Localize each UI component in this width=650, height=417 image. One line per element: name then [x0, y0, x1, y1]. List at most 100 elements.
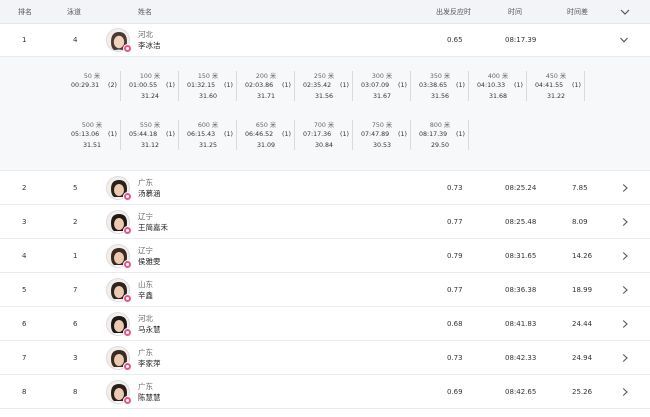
athlete-name: 侯雅雯	[138, 256, 161, 266]
collapse-all-chevron-down-icon[interactable]	[619, 6, 631, 18]
diff-cell: 8.09	[572, 217, 588, 226]
table-row[interactable]: 2 5 广东 汤慕涵 0.73 08:25.24 7.85	[0, 171, 650, 205]
reaction-cell: 0.73	[447, 183, 463, 192]
split-rank: (1)	[572, 82, 581, 89]
table-row[interactable]: 7 3 广东 李家萍 0.73 08:42.33 24.94	[0, 341, 650, 375]
split-item: 250 米 02:35.42 (1) 31.56	[295, 71, 353, 101]
split-distance: 350 米	[429, 73, 451, 80]
table-row[interactable]: 5 7 山东 辛鑫 0.77 08:36.38 18.99	[0, 273, 650, 307]
split-item: 550 米 05:44.18 (1) 31.12	[121, 120, 179, 150]
chevron-right-icon[interactable]	[620, 217, 630, 227]
rank-cell: 3	[22, 217, 27, 226]
split-item: 200 米 02:03.86 (1) 31.71	[237, 71, 295, 101]
diff-cell: 14.26	[572, 251, 593, 260]
split-distance: 600 米	[197, 122, 219, 129]
split-item: 350 米 03:38.65 (1) 31.56	[411, 71, 469, 101]
province-label: 山东	[138, 279, 153, 289]
province-label: 广东	[138, 381, 153, 391]
athlete-info: 河北 李冰洁	[138, 24, 161, 56]
province-label: 河北	[138, 313, 153, 323]
split-time: 04:41.55	[535, 82, 564, 89]
athlete-info: 广东 汤慕涵	[138, 171, 161, 204]
table-row[interactable]: 6 6 河北 马永慧 0.68 08:41.83 24.44	[0, 307, 650, 341]
split-segment: 31.71	[256, 93, 276, 100]
province-label: 河北	[138, 30, 153, 39]
split-segment: 31.24	[140, 93, 160, 100]
lane-cell: 7	[73, 285, 78, 294]
split-distance: 400 米	[487, 73, 509, 80]
split-distance: 50 米	[83, 73, 101, 80]
diff-cell: 7.85	[572, 183, 588, 192]
lane-cell: 5	[73, 183, 78, 192]
header-lane: 泳道	[67, 8, 81, 16]
split-distance: 650 米	[255, 122, 277, 129]
split-rank: (1)	[224, 131, 233, 138]
table-row[interactable]: 4 1 辽宁 侯雅雯 0.79 08:31.65 14.26	[0, 239, 650, 273]
avatar	[106, 210, 132, 235]
chevron-down-icon[interactable]	[619, 35, 629, 45]
table-row[interactable]: 8 8 广东 陈慧慧 0.69 08:42.65 25.26	[0, 375, 650, 409]
chevron-right-icon[interactable]	[620, 251, 630, 261]
split-distance: 700 米	[313, 122, 335, 129]
split-time: 03:07.09	[361, 82, 390, 89]
chevron-right-icon[interactable]	[620, 387, 630, 397]
female-badge-icon	[123, 260, 132, 269]
avatar	[106, 28, 132, 53]
split-time: 07:47.89	[361, 131, 390, 138]
split-item: 150 米 01:32.15 (1) 31.60	[179, 71, 237, 101]
chevron-right-icon[interactable]	[620, 353, 630, 363]
rank-cell: 1	[22, 36, 27, 44]
diff-cell: 24.44	[572, 319, 593, 328]
chevron-right-icon[interactable]	[620, 183, 630, 193]
split-segment: 31.25	[198, 142, 218, 149]
reaction-cell: 0.77	[447, 217, 463, 226]
avatar	[106, 380, 132, 405]
female-badge-icon	[123, 226, 132, 235]
split-rank: (1)	[398, 131, 407, 138]
rank-cell: 4	[22, 251, 27, 260]
split-rank: (1)	[224, 82, 233, 89]
athlete-info: 河北 马永慧	[138, 307, 161, 340]
split-distance: 100 米	[139, 73, 161, 80]
athlete-name: 李冰洁	[138, 41, 161, 50]
lane-cell: 2	[73, 217, 78, 226]
split-segment: 31.68	[488, 93, 508, 100]
split-rank: (1)	[340, 82, 349, 89]
split-item: 800 米 08:17.39 (1) 29.50	[411, 120, 469, 150]
rank-cell: 7	[22, 353, 27, 362]
table-row-expanded[interactable]: 1 4 河北 李冰洁 0.65 08:17.39	[0, 24, 650, 57]
header-name: 姓名	[138, 8, 152, 16]
split-item: 500 米 05:13.06 (1) 31.51	[63, 120, 121, 150]
split-distance: 550 米	[139, 122, 161, 129]
split-segment: 31.51	[82, 142, 102, 149]
time-cell: 08:41.83	[505, 319, 537, 328]
female-badge-icon	[123, 294, 132, 303]
athlete-info: 辽宁 王简嘉禾	[138, 205, 168, 238]
chevron-right-icon[interactable]	[620, 319, 630, 329]
avatar	[106, 176, 132, 201]
chevron-right-icon[interactable]	[620, 285, 630, 295]
split-item: 450 米 04:41.55 (1) 31.22	[527, 71, 585, 101]
avatar	[106, 312, 132, 337]
split-rank: (1)	[514, 82, 523, 89]
header-reaction: 出发反应时	[436, 8, 471, 16]
athlete-info: 辽宁 侯雅雯	[138, 239, 161, 272]
split-rank: (1)	[456, 82, 465, 89]
header-rank: 排名	[18, 8, 32, 16]
female-badge-icon	[123, 396, 132, 405]
header-time: 时间	[508, 8, 522, 16]
athlete-name: 汤慕涵	[138, 188, 161, 198]
split-time: 03:38.65	[419, 82, 448, 89]
athlete-info: 广东 李家萍	[138, 341, 161, 374]
split-time: 00:29.31	[71, 82, 100, 89]
time-cell: 08:42.33	[505, 353, 537, 362]
table-row[interactable]: 3 2 辽宁 王简嘉禾 0.77 08:25.48 8.09	[0, 205, 650, 239]
reaction-cell: 0.65	[447, 36, 463, 44]
split-segment: 31.09	[256, 142, 276, 149]
split-distance: 200 米	[255, 73, 277, 80]
athlete-info: 广东 陈慧慧	[138, 375, 161, 408]
rank-cell: 6	[22, 319, 27, 328]
avatar	[106, 244, 132, 269]
lane-cell: 4	[73, 36, 78, 44]
split-rank: (1)	[108, 131, 117, 138]
